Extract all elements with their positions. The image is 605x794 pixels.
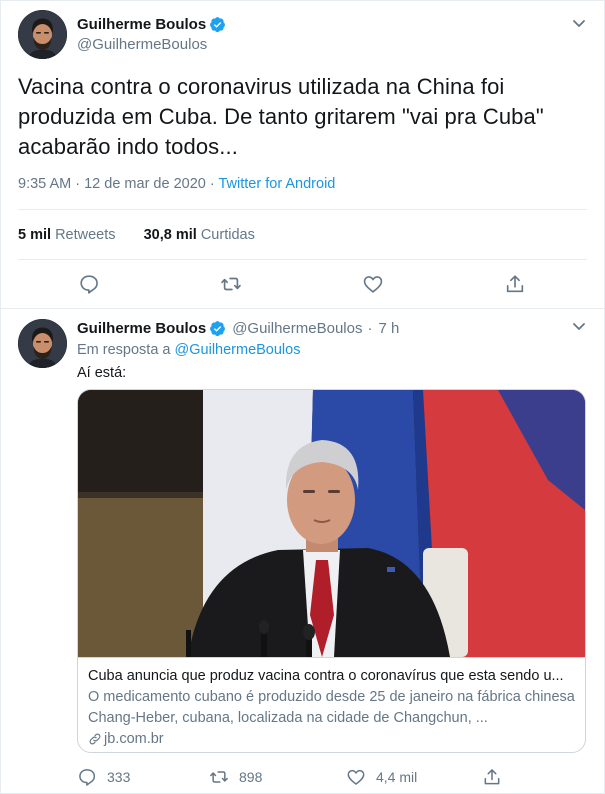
- tweet-date[interactable]: 12 de mar de 2020: [84, 176, 206, 192]
- retweet-action[interactable]: 898: [209, 767, 262, 787]
- reply-author-handle[interactable]: @GuilhermeBoulos: [232, 320, 362, 337]
- author-handle[interactable]: @GuilhermeBoulos: [77, 36, 207, 53]
- reply-action[interactable]: 333: [77, 767, 130, 787]
- reply-icon[interactable]: [78, 273, 100, 295]
- divider: [18, 259, 587, 260]
- like-action[interactable]: 4,4 mil: [346, 767, 417, 787]
- heart-icon[interactable]: [362, 273, 384, 295]
- likes-label: Curtidas: [200, 227, 255, 243]
- link-icon: [89, 733, 101, 745]
- meta-separator: ·: [367, 320, 373, 337]
- retweets-count: 5 mil: [18, 227, 52, 243]
- card-domain-text: jb.com.br: [104, 731, 164, 747]
- reply-text: Aí está:: [77, 365, 127, 381]
- retweet-count: 898: [239, 769, 263, 785]
- reply-icon: [79, 769, 96, 786]
- link-card[interactable]: Cuba anuncia que produz vacina contra o …: [77, 389, 586, 753]
- tweet-meta: 9:35 AM · 12 de mar de 2020 · Twitter fo…: [18, 176, 335, 192]
- share-icon: [484, 769, 500, 785]
- reply-context: Em resposta a @GuilhermeBoulos: [77, 342, 300, 358]
- author-name-line[interactable]: Guilherme Boulos: [77, 16, 226, 33]
- meta-separator: ·: [209, 176, 215, 192]
- reply-author-name[interactable]: Guilherme Boulos: [77, 320, 206, 337]
- card-title[interactable]: Cuba anuncia que produz vacina contra o …: [88, 667, 575, 686]
- reply-mention-link[interactable]: @GuilhermeBoulos: [175, 342, 301, 358]
- heart-icon: [347, 769, 365, 785]
- reply-author-line: Guilherme Boulos @GuilhermeBoulos · 7 h: [77, 320, 399, 337]
- likes-stat[interactable]: 30,8 mil Curtidas: [144, 227, 255, 243]
- divider: [18, 209, 587, 210]
- chevron-down-icon[interactable]: [571, 318, 587, 334]
- card-description: O medicamento cubano é produzido desde 2…: [88, 689, 575, 726]
- tweet-client-link[interactable]: Twitter for Android: [219, 176, 336, 192]
- chevron-down-icon[interactable]: [571, 15, 587, 31]
- reply-age[interactable]: 7 h: [378, 320, 399, 337]
- tweet-time[interactable]: 9:35 AM: [18, 176, 71, 192]
- card-domain[interactable]: jb.com.br: [88, 729, 575, 749]
- verified-badge-icon: [209, 320, 226, 337]
- author-name[interactable]: Guilherme Boulos: [77, 16, 206, 33]
- author-avatar[interactable]: [18, 10, 67, 59]
- retweets-label: Retweets: [55, 227, 116, 243]
- meta-separator: ·: [75, 176, 81, 192]
- card-body[interactable]: Cuba anuncia que produz vacina contra o …: [78, 657, 585, 752]
- retweets-stat[interactable]: 5 mil Retweets: [18, 227, 116, 243]
- tweet-stats: 5 mil Retweets 30,8 mil Curtidas: [18, 227, 255, 243]
- likes-count: 30,8 mil: [143, 227, 197, 243]
- share-icon[interactable]: [504, 273, 526, 295]
- like-count: 4,4 mil: [376, 769, 418, 785]
- retweet-icon: [210, 771, 228, 783]
- retweet-icon[interactable]: [220, 273, 242, 295]
- card-image[interactable]: [78, 390, 585, 657]
- divider: [0, 308, 605, 309]
- tweet-text: Vacina contra o coronavirus utilizada na…: [18, 74, 544, 159]
- verified-badge-icon: [209, 16, 226, 33]
- share-action[interactable]: [482, 767, 512, 787]
- reply-count: 333: [107, 769, 131, 785]
- reply-author-avatar[interactable]: [18, 319, 67, 368]
- reply-prefix: Em resposta a: [77, 342, 171, 358]
